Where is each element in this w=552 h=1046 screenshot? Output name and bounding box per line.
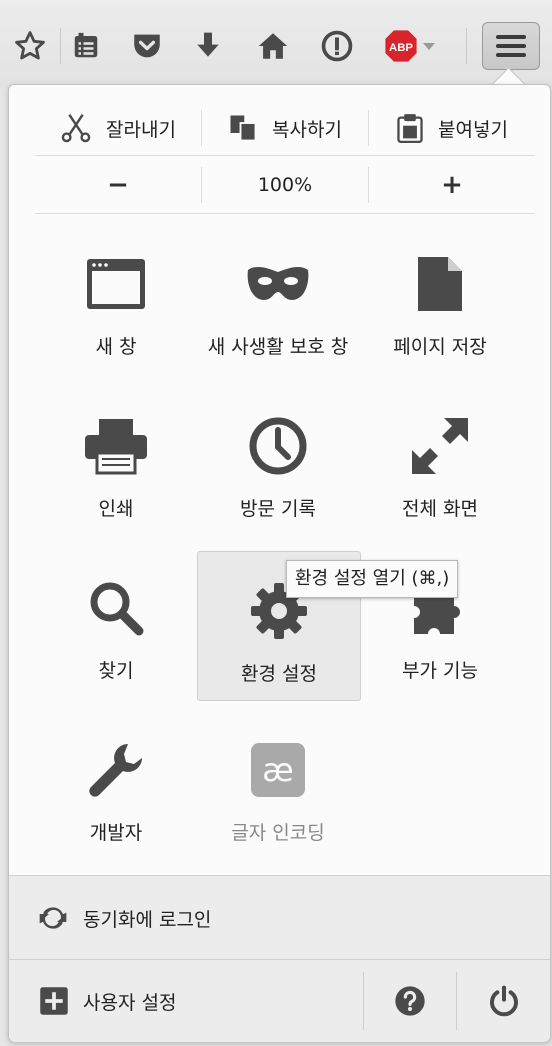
browser-toolbar: ABP [0,0,552,88]
tile-label: 환경 설정 [241,663,317,685]
divider [35,155,535,156]
sync-icon [39,907,67,929]
fullscreen-button[interactable]: 전체 화면 [359,387,521,535]
document-icon [418,257,462,311]
hamburger-icon [496,35,526,57]
bookmarks-menu-icon[interactable] [68,28,104,64]
help-question-icon [395,986,425,1016]
copy-label: 복사하기 [272,118,342,141]
sync-signin-button[interactable]: 동기화에 로그인 [9,875,550,960]
preferences-tooltip: 환경 설정 열기 (⌘,) [286,560,459,598]
toolbar-separator [466,28,467,64]
ae-encoding-icon: æ [251,743,305,797]
private-mask-icon [247,266,309,300]
edit-controls: 잘라내기 복사하기 붙여넣기 [35,93,535,163]
bookmark-star-icon[interactable] [12,28,48,64]
zoom-in-button[interactable]: + [369,170,535,200]
svg-text:ABP: ABP [389,42,413,54]
tile-label: 인쇄 [98,498,134,520]
tile-label: 새 창 [95,336,137,358]
find-button[interactable]: 찾기 [35,549,197,697]
fullscreen-arrows-icon [412,418,468,474]
customize-label: 사용자 설정 [83,991,177,1014]
main-menu-panel: 잘라내기 복사하기 붙여넣기 − 100% + 새 창 새 사생활 보호 창 페… [8,84,551,1042]
tile-label: 글자 인코딩 [231,822,325,844]
tile-label: 부가 기능 [402,660,478,682]
cut-button[interactable]: 잘라내기 [35,108,201,148]
tile-label: 개발자 [89,822,143,844]
new-window-icon [87,259,145,309]
pocket-icon[interactable] [129,28,165,64]
dropdown-arrow-icon [423,43,435,50]
paste-label: 붙여넣기 [438,118,508,141]
home-icon[interactable] [255,28,291,64]
tile-label: 새 사생활 보호 창 [207,336,349,358]
printer-icon [85,419,147,475]
power-icon [489,985,518,1017]
toolbar-separator [60,28,61,64]
zoom-out-button[interactable]: − [35,170,201,200]
paste-button[interactable]: 붙여넣기 [369,108,535,148]
zoom-reset-button[interactable]: 100% [202,174,368,196]
tile-label: 페이지 저장 [393,336,487,358]
clock-icon [249,417,307,475]
tile-label: 전체 화면 [402,498,478,520]
plus-square-icon [40,987,68,1015]
password-info-icon[interactable] [319,28,355,64]
download-arrow-icon[interactable] [190,28,226,64]
zoom-controls: − 100% + [35,157,535,213]
menu-hamburger-button[interactable] [482,22,540,70]
cut-label: 잘라내기 [106,118,176,141]
save-page-button[interactable]: 페이지 저장 [359,225,521,373]
clipboard-paste-icon [397,114,423,143]
character-encoding-button[interactable]: æ 글자 인코딩 [197,711,359,859]
new-window-button[interactable]: 새 창 [35,225,197,373]
history-button[interactable]: 방문 기록 [197,387,359,535]
tile-label: 찾기 [98,660,134,682]
adblock-plus-icon[interactable]: ABP [384,28,440,64]
wrench-icon [89,744,142,797]
tile-label: 방문 기록 [240,498,316,520]
copy-button[interactable]: 복사하기 [202,108,368,148]
sync-label: 동기화에 로그인 [83,908,212,931]
svg-text:æ: æ [262,751,293,789]
print-button[interactable]: 인쇄 [35,387,197,535]
private-window-button[interactable]: 새 사생활 보호 창 [197,225,359,373]
help-button[interactable] [364,960,456,1042]
quit-button[interactable] [457,960,550,1042]
scissors-icon [61,114,91,143]
copy-icon [230,115,257,142]
customize-button[interactable]: 사용자 설정 [9,960,363,1042]
magnifier-icon [90,582,144,636]
panel-footer: 사용자 설정 [9,959,550,1042]
divider [35,213,535,214]
developer-button[interactable]: 개발자 [35,711,197,859]
